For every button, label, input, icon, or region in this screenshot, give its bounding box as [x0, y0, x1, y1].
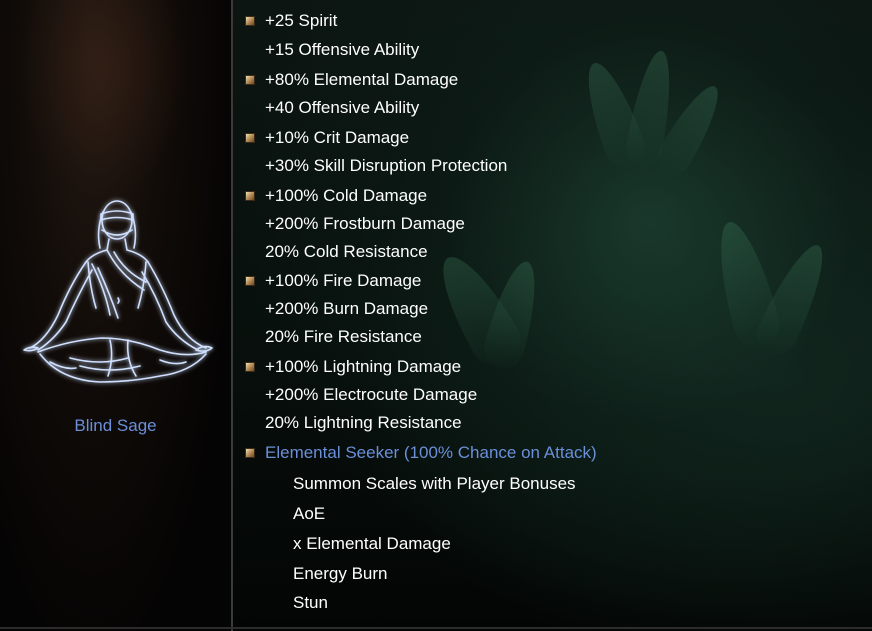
constellation-panel: Blind Sage — [0, 0, 231, 631]
bonus-text: +10% Crit Damage — [265, 128, 410, 147]
bullet-icon — [245, 191, 255, 201]
bonus-text: +100% Lightning Damage — [265, 357, 462, 376]
bonus-text: 20% Fire Resistance — [265, 327, 422, 346]
bullet-icon — [245, 276, 255, 286]
skill-detail: Stun — [293, 593, 328, 612]
meditating-sage-icon — [23, 200, 213, 383]
bonus-text: 20% Lightning Resistance — [265, 413, 462, 432]
bonus-text: +100% Cold Damage — [265, 186, 428, 205]
bonus-text: +200% Electrocute Damage — [265, 385, 478, 404]
bonus-text: +25 Spirit — [265, 11, 338, 30]
background-tree — [20, 0, 190, 200]
skill-detail: x Elemental Damage — [293, 534, 451, 553]
bullet-icon — [245, 75, 255, 85]
bullet-icon — [245, 133, 255, 143]
skill-detail: AoE — [293, 504, 326, 523]
constellation-name: Blind Sage — [74, 416, 157, 435]
bonus-text: +15 Offensive Ability — [265, 40, 420, 59]
bonus-text: +200% Burn Damage — [265, 299, 429, 318]
skill-detail: Summon Scales with Player Bonuses — [293, 474, 576, 493]
bonus-text: +40 Offensive Ability — [265, 98, 420, 117]
bonus-text: +80% Elemental Damage — [265, 70, 459, 89]
skill-detail: Energy Burn — [293, 564, 388, 583]
bonus-text: +30% Skill Disruption Protection — [265, 156, 508, 175]
bonus-text: 20% Cold Resistance — [265, 242, 428, 261]
bullet-icon — [245, 448, 255, 458]
skill-title: Elemental Seeker (100% Chance on Attack) — [265, 443, 597, 462]
bonus-text: +200% Frostburn Damage — [265, 214, 465, 233]
bottom-border — [0, 627, 872, 629]
bonus-text: +100% Fire Damage — [265, 271, 422, 290]
bullet-icon — [245, 16, 255, 26]
bullet-icon — [245, 362, 255, 372]
